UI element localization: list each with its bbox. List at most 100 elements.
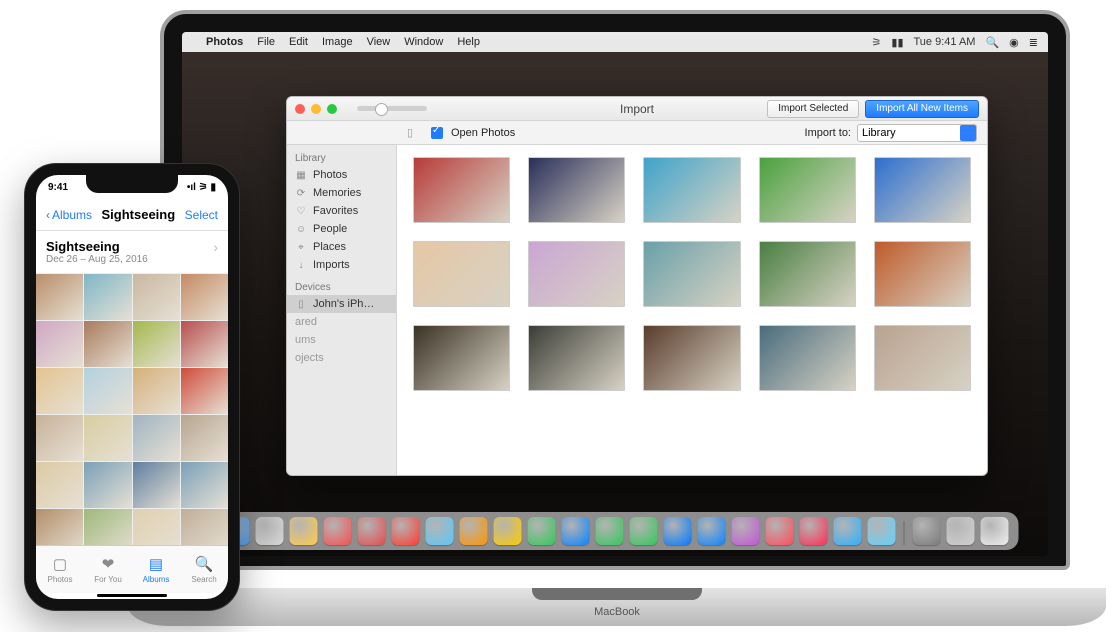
photo-thumbnail[interactable] — [84, 274, 131, 320]
thumbnail-zoom-slider[interactable] — [357, 106, 427, 111]
dock-app-icon[interactable] — [392, 517, 420, 545]
dock-app-icon[interactable] — [290, 517, 318, 545]
menubar-item-file[interactable]: File — [257, 36, 275, 48]
dock-app-icon[interactable] — [981, 517, 1009, 545]
sidebar-item-places[interactable]: ⌖Places — [287, 238, 396, 256]
photo-thumbnail[interactable] — [181, 415, 228, 461]
open-photos-checkbox[interactable] — [431, 127, 443, 139]
sidebar-item-photos[interactable]: ▦Photos — [287, 166, 396, 184]
dock-app-icon[interactable] — [834, 517, 862, 545]
import-selected-button[interactable]: Import Selected — [767, 100, 859, 118]
photo-thumbnail[interactable] — [181, 368, 228, 414]
photo-thumbnail[interactable] — [84, 509, 131, 545]
sidebar-item-memories[interactable]: ⟳Memories — [287, 184, 396, 202]
siri-icon[interactable]: ◉ — [1009, 36, 1019, 49]
tab-search[interactable]: 🔍Search — [180, 546, 228, 593]
import-thumbnail[interactable] — [528, 157, 625, 223]
import-thumbnail[interactable] — [874, 241, 971, 307]
import-thumbnail[interactable] — [643, 241, 740, 307]
menubar-item-help[interactable]: Help — [457, 36, 480, 48]
sidebar-item-people[interactable]: ☺People — [287, 220, 396, 238]
import-thumbnail[interactable] — [413, 325, 510, 391]
nav-back-button[interactable]: ‹Albums — [46, 208, 92, 222]
photo-thumbnail[interactable] — [36, 321, 83, 367]
menubar-item-window[interactable]: Window — [404, 36, 443, 48]
dock-app-icon[interactable] — [494, 517, 522, 545]
spotlight-icon[interactable]: 🔍 — [985, 36, 999, 49]
photo-thumbnail[interactable] — [84, 462, 131, 508]
import-to-select[interactable]: Library — [857, 124, 977, 142]
photo-thumbnail[interactable] — [181, 462, 228, 508]
import-thumbnail[interactable] — [413, 241, 510, 307]
import-thumbnail[interactable] — [528, 241, 625, 307]
photo-thumbnail[interactable] — [36, 415, 83, 461]
import-all-button[interactable]: Import All New Items — [865, 100, 979, 118]
menubar-item-view[interactable]: View — [367, 36, 391, 48]
dock-app-icon[interactable] — [630, 517, 658, 545]
photo-thumbnail[interactable] — [36, 368, 83, 414]
menubar-clock[interactable]: Tue 9:41 AM — [914, 36, 976, 48]
dock-app-icon[interactable] — [460, 517, 488, 545]
import-thumbnail[interactable] — [643, 157, 740, 223]
photo-thumbnail[interactable] — [133, 368, 180, 414]
tab-for-you[interactable]: ❤︎For You — [84, 546, 132, 593]
dock-app-icon[interactable] — [562, 517, 590, 545]
nav-select-button[interactable]: Select — [185, 208, 218, 222]
dock-app-icon[interactable] — [800, 517, 828, 545]
dock-app-icon[interactable] — [766, 517, 794, 545]
photo-thumbnail[interactable] — [84, 415, 131, 461]
tab-albums[interactable]: ▤Albums — [132, 546, 180, 593]
album-photo-grid[interactable] — [36, 274, 228, 545]
dock-app-icon[interactable] — [947, 517, 975, 545]
dock-app-icon[interactable] — [664, 517, 692, 545]
dock-app-icon[interactable] — [913, 517, 941, 545]
dock-app-icon[interactable] — [256, 517, 284, 545]
import-thumbnail[interactable] — [759, 157, 856, 223]
dock-app-icon[interactable] — [698, 517, 726, 545]
photo-thumbnail[interactable] — [84, 368, 131, 414]
import-thumbnail[interactable] — [874, 325, 971, 391]
dock-app-icon[interactable] — [596, 517, 624, 545]
fullscreen-button[interactable] — [327, 104, 337, 114]
dock-app-icon[interactable] — [868, 517, 896, 545]
battery-icon[interactable]: ▮▮ — [891, 36, 903, 49]
photo-thumbnail[interactable] — [181, 274, 228, 320]
dock-app-icon[interactable] — [358, 517, 386, 545]
import-thumbnail[interactable] — [528, 325, 625, 391]
sidebar-item-imports[interactable]: ↓Imports — [287, 256, 396, 274]
sidebar-item-projects[interactable]: ojects — [287, 349, 396, 367]
sidebar-item-favorites[interactable]: ♡Favorites — [287, 202, 396, 220]
dock-app-icon[interactable] — [426, 517, 454, 545]
home-indicator[interactable] — [36, 593, 228, 599]
photo-thumbnail[interactable] — [84, 321, 131, 367]
photo-thumbnail[interactable] — [36, 274, 83, 320]
sidebar-item-device-iphone[interactable]: ▯John's iPh… — [287, 295, 396, 313]
photo-thumbnail[interactable] — [133, 274, 180, 320]
photo-thumbnail[interactable] — [133, 415, 180, 461]
photo-thumbnail[interactable] — [181, 321, 228, 367]
photo-thumbnail[interactable] — [36, 509, 83, 545]
menubar-item-image[interactable]: Image — [322, 36, 353, 48]
dock-app-icon[interactable] — [324, 517, 352, 545]
notification-center-icon[interactable]: ≣ — [1029, 36, 1038, 49]
import-thumbnail[interactable] — [759, 325, 856, 391]
menubar-app-name[interactable]: Photos — [206, 36, 243, 48]
menubar-item-edit[interactable]: Edit — [289, 36, 308, 48]
photo-thumbnail[interactable] — [133, 509, 180, 545]
import-thumbnail[interactable] — [643, 325, 740, 391]
import-thumbnail[interactable] — [413, 157, 510, 223]
sidebar-item-albums[interactable]: ums — [287, 331, 396, 349]
minimize-button[interactable] — [311, 104, 321, 114]
photo-thumbnail[interactable] — [133, 462, 180, 508]
album-header[interactable]: › Sightseeing Dec 26 – Aug 25, 2016 — [36, 231, 228, 274]
photo-thumbnail[interactable] — [36, 462, 83, 508]
tab-photos[interactable]: ▢Photos — [36, 546, 84, 593]
photo-thumbnail[interactable] — [181, 509, 228, 545]
dock-app-icon[interactable] — [732, 517, 760, 545]
import-thumbnail[interactable] — [874, 157, 971, 223]
close-button[interactable] — [295, 104, 305, 114]
wifi-icon[interactable]: ⚞ — [872, 36, 882, 49]
import-thumbnail[interactable] — [759, 241, 856, 307]
photo-thumbnail[interactable] — [133, 321, 180, 367]
sidebar-item-shared[interactable]: ared — [287, 313, 396, 331]
